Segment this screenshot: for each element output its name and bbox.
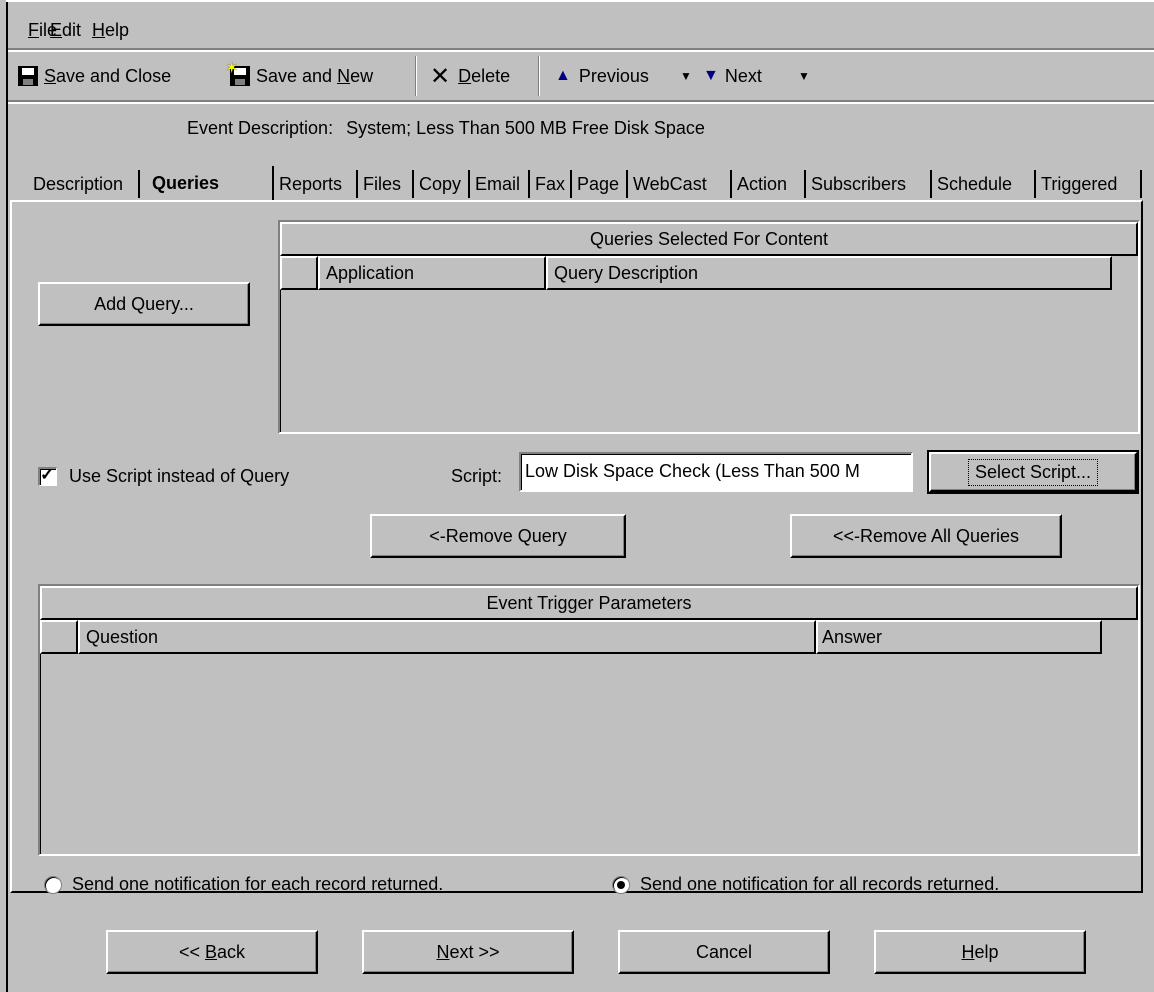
arrow-down-icon: ▼ [703, 67, 719, 84]
tab-page[interactable]: Page [576, 170, 628, 198]
column-query-description[interactable]: Query Description [546, 256, 1112, 290]
menu-edit[interactable]: Edit [50, 20, 81, 41]
next-dropdown-icon[interactable]: ▼ [798, 62, 810, 90]
previous-button[interactable]: ▲ Previous [555, 62, 649, 90]
queries-grid-title: Queries Selected For Content [280, 222, 1138, 256]
queries-grid: Queries Selected For Content Application… [278, 220, 1140, 434]
tab-webcast[interactable]: WebCast [632, 170, 732, 198]
arrow-up-icon: ▲ [555, 67, 571, 84]
next-button[interactable]: Next >> [362, 930, 574, 974]
notify-each-label: Send one notification for each record re… [72, 874, 444, 894]
tab-fax[interactable]: Fax [534, 170, 572, 198]
column-question[interactable]: Question [78, 620, 816, 654]
tab-subscribers[interactable]: Subscribers [810, 170, 932, 198]
save-and-close-button[interactable]: Save and Close [18, 62, 171, 90]
next-record-button[interactable]: ▼ Next [703, 62, 762, 90]
toolbar-separator [415, 56, 417, 96]
help-button[interactable]: Help [874, 930, 1086, 974]
delete-button[interactable]: ✕ Delete [430, 62, 510, 90]
notify-all-records-radio[interactable]: Send one notification for all records re… [612, 874, 999, 895]
select-script-button[interactable]: Select Script... [927, 450, 1139, 494]
tab-queries[interactable]: Queries [142, 166, 274, 200]
trigger-parameters-grid: Event Trigger Parameters Question Answer [38, 584, 1140, 856]
event-description-label: Event Description: [187, 118, 334, 138]
notify-all-label: Send one notification for all records re… [640, 874, 1000, 894]
save-and-new-button[interactable]: ✶ Save and New [225, 60, 373, 90]
radio-unselected-icon [44, 875, 62, 894]
menu-help[interactable]: Help [92, 20, 129, 41]
tab-reports[interactable]: Reports [278, 170, 358, 198]
tab-triggered[interactable]: Triggered [1040, 170, 1142, 198]
column-answer[interactable]: Answer [816, 620, 1102, 654]
tab-files[interactable]: Files [362, 170, 414, 198]
tab-description[interactable]: Description [32, 170, 140, 198]
add-query-button[interactable]: Add Query... [38, 282, 250, 326]
remove-all-queries-button[interactable]: <<-Remove All Queries [790, 514, 1062, 558]
toolbar-separator [538, 56, 540, 96]
use-script-label: Use Script instead of Query [69, 466, 290, 486]
column-application[interactable]: Application [318, 256, 546, 290]
queries-grid-row-header [280, 256, 318, 290]
back-button[interactable]: << Back [106, 930, 318, 974]
remove-query-button[interactable]: <-Remove Query [370, 514, 626, 558]
tab-schedule[interactable]: Schedule [936, 170, 1036, 198]
radio-selected-icon [612, 875, 630, 894]
tab-email[interactable]: Email [474, 170, 530, 198]
trigger-grid-row-header [40, 620, 78, 654]
event-description: Event Description: System; Less Than 500… [187, 118, 705, 139]
tab-copy[interactable]: Copy [418, 170, 470, 198]
floppy-disk-icon [18, 66, 38, 86]
script-input[interactable]: Low Disk Space Check (Less Than 500 M [519, 452, 913, 492]
event-description-value: System; Less Than 500 MB Free Disk Space [346, 118, 705, 138]
delete-x-icon: ✕ [430, 62, 451, 90]
trigger-grid-title: Event Trigger Parameters [40, 586, 1138, 620]
window-left-border [6, 0, 8, 992]
cancel-button[interactable]: Cancel [618, 930, 830, 974]
tab-action[interactable]: Action [736, 170, 806, 198]
notify-each-record-radio[interactable]: Send one notification for each record re… [44, 874, 443, 895]
floppy-disk-new-icon: ✶ [225, 60, 250, 86]
window-top-border [6, 0, 1154, 2]
menu-divider-highlight [8, 50, 1154, 52]
script-label: Script: [451, 466, 503, 486]
previous-dropdown-icon[interactable]: ▼ [680, 62, 692, 90]
checkbox-checked-icon [38, 465, 57, 486]
toolbar-divider-highlight [8, 102, 1154, 104]
select-script-label: Select Script... [967, 458, 1099, 486]
use-script-checkbox[interactable]: Use Script instead of Query [38, 465, 290, 487]
